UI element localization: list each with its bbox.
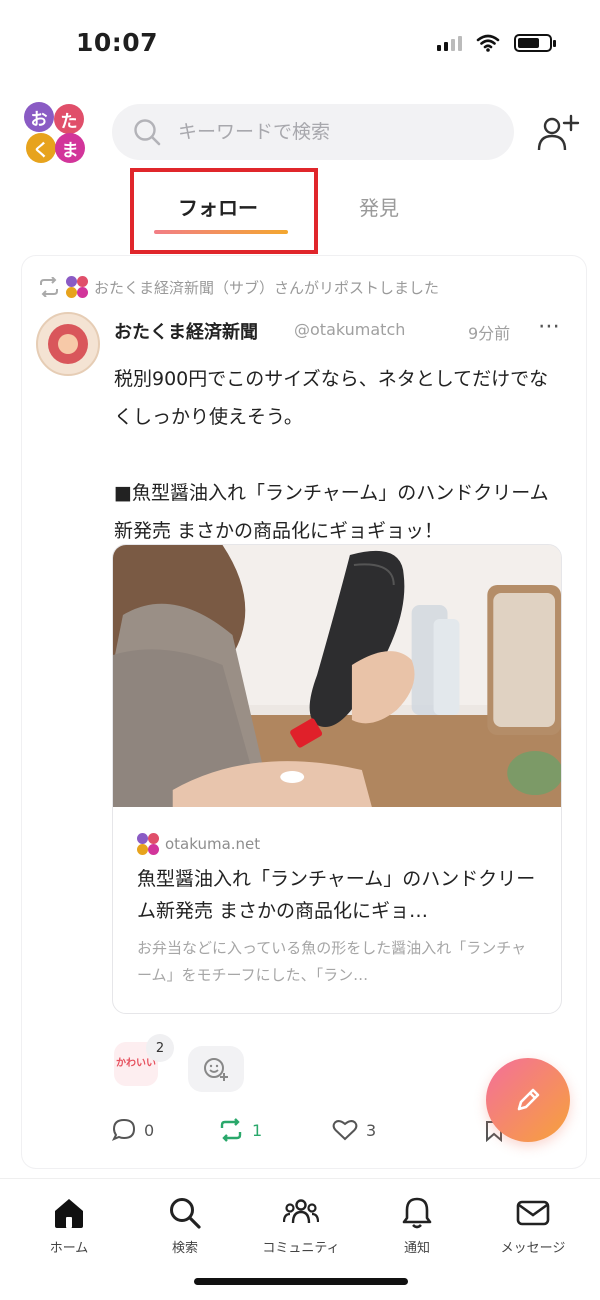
more-options-icon[interactable]: ⋯ (538, 314, 561, 339)
logo-char: お (24, 102, 54, 132)
logo-char: た (54, 104, 84, 134)
nav-label: コミュニティ (262, 1241, 340, 1256)
search-icon (170, 1198, 201, 1229)
post-card[interactable]: おたくま経済新聞（サブ）さんがリポストしました おたくま経済新聞 @otakum… (22, 256, 586, 1168)
repost-text: おたくま経済新聞（サブ）さんがリポストしました (94, 278, 440, 297)
logo-char: ま (55, 133, 85, 163)
repost-count: 1 (252, 1120, 263, 1140)
logo-char: く (26, 133, 56, 163)
repost-icon (220, 1118, 242, 1142)
add-reaction-button[interactable] (188, 1046, 244, 1092)
nav-label: 検索 (171, 1241, 198, 1256)
home-indicator[interactable] (194, 1278, 408, 1285)
post-body: 税別900円でこのサイズなら、ネタとしてだけでなくしっかり使えそう。 ■魚型醤油… (114, 368, 549, 542)
avatar[interactable] (36, 312, 100, 376)
compose-button[interactable] (486, 1058, 570, 1142)
community-icon (283, 1199, 319, 1224)
cellular-signal-icon (437, 35, 462, 51)
link-domain: otakuma.net (137, 833, 260, 855)
pencil-icon (517, 1088, 540, 1111)
nav-label: ホーム (49, 1241, 89, 1256)
link-description: お弁当などに入っている魚の形をした醤油入れ「ランチャーム」をモチーフにした、「ラ… (137, 939, 527, 984)
wifi-icon (476, 34, 500, 52)
heart-icon (332, 1120, 358, 1141)
comment-icon (112, 1118, 136, 1141)
status-bar: 10:07 (0, 0, 600, 90)
nav-home[interactable]: ホーム (14, 1195, 124, 1256)
reaction-count-badge: 2 (146, 1034, 174, 1062)
mail-icon (516, 1200, 550, 1226)
tab-discover[interactable]: 発見 (359, 192, 399, 221)
app-header: お た く ま (0, 98, 600, 170)
tab-follow[interactable]: フォロー (178, 192, 258, 221)
link-title: 魚型醤油入れ「ランチャーム」のハンドクリーム新発売 まさかの商品化にギョ… (137, 868, 536, 922)
repost-indicator: おたくま経済新聞（サブ）さんがリポストしました (38, 276, 439, 298)
nav-search[interactable]: 検索 (130, 1195, 240, 1256)
status-icons (437, 34, 556, 52)
comment-count: 0 (144, 1120, 155, 1140)
link-preview-card[interactable]: otakuma.net 魚型醤油入れ「ランチャーム」のハンドクリーム新発売 まさ… (112, 544, 562, 1014)
like-count: 3 (366, 1120, 377, 1140)
post-handle[interactable]: @otakumatch (294, 320, 405, 339)
active-tab-indicator (154, 230, 288, 234)
bell-icon (402, 1197, 432, 1229)
home-icon (55, 1199, 83, 1228)
nav-messages[interactable]: メッセージ (478, 1195, 588, 1256)
repost-button[interactable]: 1 (218, 1118, 262, 1142)
feed-tabs: フォロー 発見 (0, 168, 600, 254)
nav-label: 通知 (403, 1241, 430, 1256)
like-button[interactable]: 3 (332, 1118, 376, 1142)
post-time: 9分前 (468, 324, 511, 343)
status-time: 10:07 (76, 28, 159, 57)
battery-icon (514, 34, 556, 52)
search-icon (134, 119, 161, 146)
link-domain-text: otakuma.net (165, 835, 261, 853)
reposter-logo (66, 276, 88, 298)
nav-label: メッセージ (500, 1241, 566, 1256)
nav-notifications[interactable]: 通知 (362, 1195, 472, 1256)
link-preview-image (113, 545, 561, 807)
app-logo[interactable]: お た く ま (24, 102, 86, 164)
add-emoji-icon (204, 1058, 228, 1081)
site-favicon (137, 833, 159, 855)
comment-button[interactable]: 0 (112, 1118, 154, 1142)
add-user-icon[interactable] (536, 112, 580, 156)
post-author[interactable]: おたくま経済新聞 (114, 318, 258, 344)
search-bar[interactable] (112, 104, 514, 160)
search-input[interactable] (178, 121, 478, 143)
nav-community[interactable]: コミュニティ (246, 1195, 356, 1256)
repost-icon (40, 277, 58, 297)
